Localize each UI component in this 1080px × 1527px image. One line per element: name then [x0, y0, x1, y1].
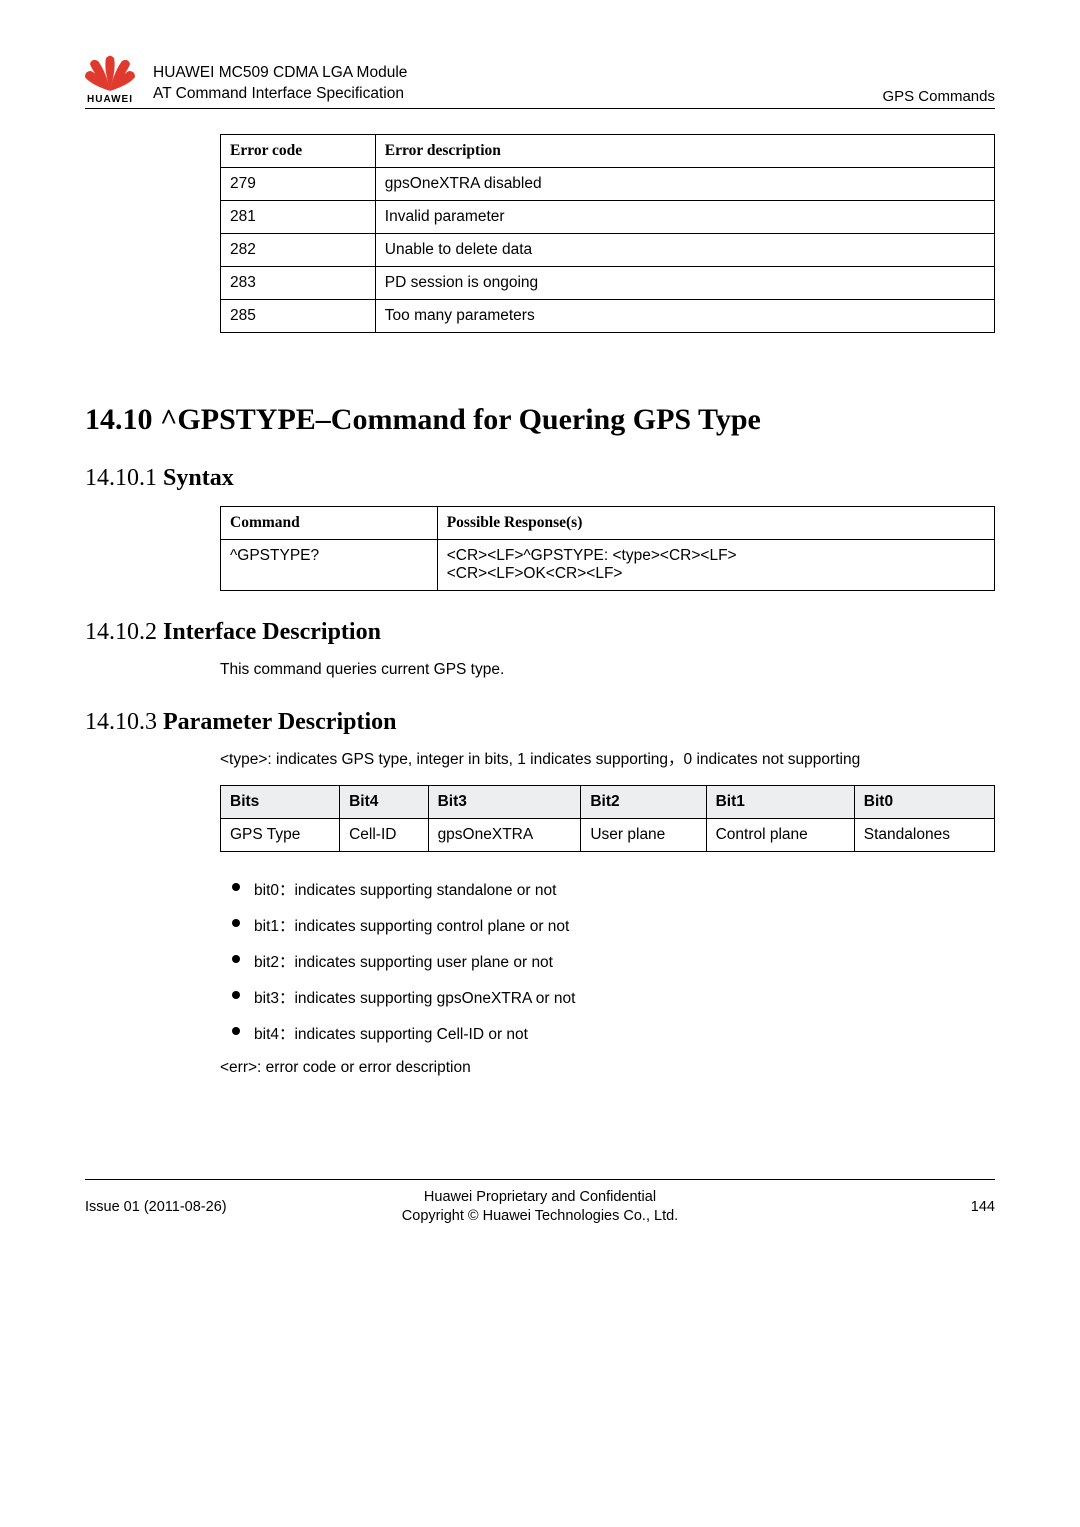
parameter-heading: 14.10.3 Parameter Description — [85, 709, 995, 736]
error-desc-cell: Unable to delete data — [375, 234, 994, 267]
huawei-flower-icon — [85, 55, 135, 93]
command-header: Command — [221, 507, 438, 540]
err-note: <err>: error code or error description — [220, 1058, 995, 1079]
syntax-heading-label: Syntax — [163, 465, 234, 491]
interface-block: This command queries current GPS type. — [220, 660, 995, 681]
list-item: bit1：indicates supporting control plane … — [220, 914, 995, 936]
bits-header-cell: Bit1 — [706, 785, 854, 818]
header-section-name: GPS Commands — [882, 88, 995, 105]
error-code-cell: 283 — [221, 267, 376, 300]
table-row: 279gpsOneXTRA disabled — [221, 168, 995, 201]
response-line: <CR><LF>OK<CR><LF> — [447, 565, 985, 583]
syntax-block: Command Possible Response(s) ^GPSTYPE? <… — [220, 506, 995, 591]
huawei-logo-text: HUAWEI — [87, 94, 133, 105]
error-code-cell: 282 — [221, 234, 376, 267]
footer-copyright: Copyright © Huawei Technologies Co., Ltd… — [313, 1207, 768, 1227]
error-code-cell: 285 — [221, 300, 376, 333]
bits-cell: User plane — [581, 818, 706, 851]
list-item: bit0：indicates supporting standalone or … — [220, 878, 995, 900]
type-intro-text: <type>: indicates GPS type, integer in b… — [220, 750, 995, 771]
error-code-cell: 281 — [221, 201, 376, 234]
bits-cell: Cell-ID — [340, 818, 428, 851]
table-row: 283PD session is ongoing — [221, 267, 995, 300]
bits-header-cell: Bit2 — [581, 785, 706, 818]
footer-center: Huawei Proprietary and Confidential Copy… — [313, 1188, 768, 1227]
interface-heading: 14.10.2 Interface Description — [85, 619, 995, 646]
interface-heading-num: 14.10.2 — [85, 619, 163, 645]
error-code-table: Error code Error description 279gpsOneXT… — [220, 134, 995, 333]
table-row: 285Too many parameters — [221, 300, 995, 333]
error-desc-header: Error description — [375, 135, 994, 168]
bits-header-cell: Bit4 — [340, 785, 428, 818]
bits-header-cell: Bit3 — [428, 785, 581, 818]
table-header-row: Bits Bit4 Bit3 Bit2 Bit1 Bit0 — [221, 785, 995, 818]
response-header: Possible Response(s) — [437, 507, 994, 540]
interface-heading-label: Interface Description — [163, 619, 381, 645]
table-row: ^GPSTYPE? <CR><LF>^GPSTYPE: <type><CR><L… — [221, 540, 995, 591]
error-code-cell: 279 — [221, 168, 376, 201]
page-header: HUAWEI HUAWEI MC509 CDMA LGA Module AT C… — [85, 55, 995, 109]
table-row: 282Unable to delete data — [221, 234, 995, 267]
syntax-heading-num: 14.10.1 — [85, 465, 163, 491]
interface-text: This command queries current GPS type. — [220, 660, 995, 681]
bits-header-cell: Bits — [221, 785, 340, 818]
error-desc-cell: PD session is ongoing — [375, 267, 994, 300]
table-row: 281Invalid parameter — [221, 201, 995, 234]
error-code-header: Error code — [221, 135, 376, 168]
section-title: 14.10 ^GPSTYPE–Command for Quering GPS T… — [85, 403, 995, 437]
header-title: HUAWEI MC509 CDMA LGA Module AT Command … — [153, 63, 882, 105]
parameter-block: <type>: indicates GPS type, integer in b… — [220, 750, 995, 1079]
error-desc-cell: Invalid parameter — [375, 201, 994, 234]
page-footer: Issue 01 (2011-08-26) Huawei Proprietary… — [85, 1179, 995, 1227]
parameter-heading-num: 14.10.3 — [85, 709, 163, 735]
list-item: bit4：indicates supporting Cell-ID or not — [220, 1022, 995, 1044]
bits-header-cell: Bit0 — [854, 785, 994, 818]
table-header-row: Error code Error description — [221, 135, 995, 168]
table-row: GPS Type Cell-ID gpsOneXTRA User plane C… — [221, 818, 995, 851]
table-header-row: Command Possible Response(s) — [221, 507, 995, 540]
bits-cell: gpsOneXTRA — [428, 818, 581, 851]
bits-table: Bits Bit4 Bit3 Bit2 Bit1 Bit0 GPS Type C… — [220, 785, 995, 852]
doc-title-line1: HUAWEI MC509 CDMA LGA Module — [153, 63, 882, 84]
error-code-block: Error code Error description 279gpsOneXT… — [220, 134, 995, 333]
list-item: bit3：indicates supporting gpsOneXTRA or … — [220, 986, 995, 1008]
bits-cell: Standalones — [854, 818, 994, 851]
footer-issue: Issue 01 (2011-08-26) — [85, 1199, 313, 1215]
error-desc-cell: gpsOneXTRA disabled — [375, 168, 994, 201]
footer-proprietary: Huawei Proprietary and Confidential — [313, 1188, 768, 1208]
syntax-heading: 14.10.1 Syntax — [85, 465, 995, 492]
doc-title-line2: AT Command Interface Specification — [153, 84, 882, 105]
bits-cell: Control plane — [706, 818, 854, 851]
parameter-heading-label: Parameter Description — [163, 709, 396, 735]
huawei-logo: HUAWEI — [85, 55, 135, 105]
page-number: 144 — [768, 1199, 996, 1215]
list-item: bit2：indicates supporting user plane or … — [220, 950, 995, 972]
response-cell: <CR><LF>^GPSTYPE: <type><CR><LF> <CR><LF… — [437, 540, 994, 591]
bit-description-list: bit0：indicates supporting standalone or … — [220, 878, 995, 1044]
bits-cell: GPS Type — [221, 818, 340, 851]
response-line: <CR><LF>^GPSTYPE: <type><CR><LF> — [447, 547, 985, 565]
command-cell: ^GPSTYPE? — [221, 540, 438, 591]
syntax-table: Command Possible Response(s) ^GPSTYPE? <… — [220, 506, 995, 591]
error-desc-cell: Too many parameters — [375, 300, 994, 333]
